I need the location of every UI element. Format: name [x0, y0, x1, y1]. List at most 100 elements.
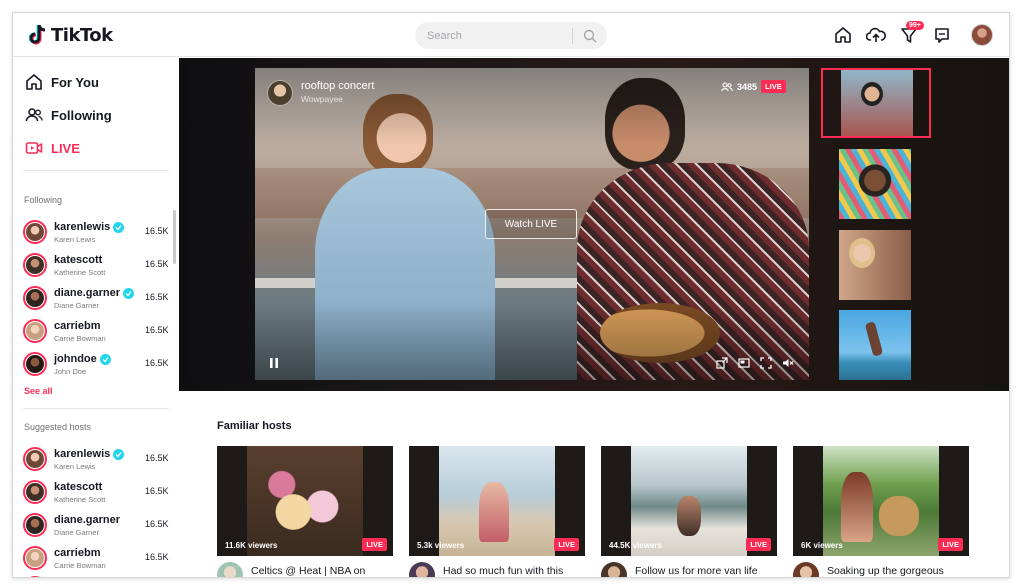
- avatar[interactable]: [217, 562, 243, 577]
- avatar[interactable]: [601, 562, 627, 577]
- pause-icon: [270, 358, 278, 368]
- viewer-count: 16.5K: [145, 259, 169, 269]
- viewer-count: 16.5K: [145, 325, 169, 335]
- mute-button[interactable]: [781, 356, 795, 370]
- card-caption-text[interactable]: Follow us for more van life updates and …: [635, 564, 777, 577]
- display-name: Carrie Bowman: [54, 561, 106, 570]
- card-dog: [879, 496, 919, 536]
- avatar: [23, 576, 47, 577]
- card-caption-text[interactable]: Had so much fun with this newly engaged …: [443, 564, 585, 577]
- tiktok-logo[interactable]: TikTok: [29, 23, 113, 47]
- card-caption-text[interactable]: Soaking up the gorgeous Saturday sun!: [827, 564, 969, 577]
- thumbnail-person: [849, 238, 875, 268]
- users-icon: [25, 108, 43, 122]
- following-item-karenlewis[interactable]: karenlewis Karen Lewis 16.5K: [23, 218, 173, 248]
- card-person: [479, 482, 509, 542]
- card-caption-1[interactable]: Celtics @ Heat | NBA on ESPN Live Scoreb…: [217, 562, 393, 577]
- pause-button[interactable]: [267, 356, 281, 370]
- live-badge: LIVE: [362, 538, 387, 551]
- search-button[interactable]: [573, 22, 607, 49]
- watch-live-button[interactable]: Watch LIVE: [485, 209, 577, 239]
- display-name: Katherine Scott: [54, 495, 106, 504]
- display-name: Karen Lewis: [54, 462, 96, 471]
- username: johndoe: [54, 577, 97, 578]
- card-viewer-count: 5.3k viewers: [417, 541, 465, 550]
- suggested-item-diane-garner[interactable]: diane.garner Diane Garner 16.5K: [23, 511, 173, 541]
- suggested-item-carriebm[interactable]: carriebm Carrie Bowman 16.5K: [23, 544, 173, 574]
- card-caption-2[interactable]: Had so much fun with this newly engaged …: [409, 562, 585, 577]
- avatar[interactable]: [793, 562, 819, 577]
- avatar[interactable]: [409, 562, 435, 577]
- suggested-item-katescott[interactable]: katescott Katherine Scott 16.5K: [23, 478, 173, 508]
- stream-thumbnail-3[interactable]: [821, 230, 931, 300]
- messages-button[interactable]: [931, 24, 953, 46]
- notification-badge: 99+: [906, 21, 924, 30]
- main-content: rooftop concert Wowpayee 3485 LIVE Watch…: [179, 58, 1009, 577]
- avatar: [23, 253, 47, 277]
- popout-button[interactable]: [715, 356, 729, 370]
- card-person: [841, 472, 873, 542]
- popout-icon: [716, 357, 728, 369]
- username: johndoe: [54, 353, 97, 365]
- top-bar: TikTok Search 99+: [13, 13, 1009, 57]
- display-name: Katherine Scott: [54, 268, 106, 277]
- username: karenlewis: [54, 448, 111, 460]
- nav-live[interactable]: LIVE: [25, 136, 80, 160]
- stream-thumbnail-1[interactable]: [821, 68, 931, 138]
- card-caption-text[interactable]: Celtics @ Heat | NBA on ESPN Live Scoreb…: [251, 564, 393, 577]
- card-viewer-count: 44.5K viewers: [609, 541, 662, 550]
- following-item-diane-garner[interactable]: diane.garner Diane Garner 16.5K: [23, 284, 173, 314]
- upload-cloud-icon: [866, 27, 886, 42]
- live-video-player[interactable]: rooftop concert Wowpayee 3485 LIVE Watch…: [255, 68, 809, 380]
- live-card-2[interactable]: 5.3k viewers LIVE: [409, 446, 585, 556]
- search-input[interactable]: Search: [415, 30, 572, 42]
- nav-for-you[interactable]: For You: [25, 70, 99, 94]
- avatar: [23, 480, 47, 504]
- card-viewer-count: 11.6K viewers: [225, 541, 278, 550]
- live-card-1[interactable]: 11.6K viewers LIVE: [217, 446, 393, 556]
- search-icon: [583, 29, 597, 42]
- following-item-katescott[interactable]: katescott Katherine Scott 16.5K: [23, 251, 173, 281]
- sidebar-scrollbar[interactable]: [173, 210, 176, 264]
- verified-icon: [113, 221, 125, 233]
- stream-host[interactable]: Wowpayee: [301, 94, 343, 104]
- suggested-item-johndoe[interactable]: johndoe: [23, 574, 173, 578]
- host-avatar[interactable]: [267, 80, 293, 106]
- message-icon: [935, 28, 949, 43]
- following-item-carriebm[interactable]: carriebm Carrie Bowman 16.5K: [23, 317, 173, 347]
- username: diane.garner: [54, 287, 121, 299]
- card-caption-4[interactable]: Soaking up the gorgeous Saturday sun!: [793, 562, 969, 577]
- avatar: [23, 286, 47, 310]
- profile-avatar[interactable]: [971, 24, 993, 46]
- avatar: [23, 319, 47, 343]
- viewer-count: 16.5K: [145, 358, 169, 368]
- nav-following-label: Following: [51, 107, 112, 123]
- stream-thumbnail-2[interactable]: [821, 149, 931, 219]
- following-item-johndoe[interactable]: johndoe John Doe 16.5K: [23, 350, 173, 380]
- suggested-item-karenlewis[interactable]: karenlewis Karen Lewis 16.5K: [23, 445, 173, 475]
- fullscreen-button[interactable]: [759, 356, 773, 370]
- live-badge: LIVE: [746, 538, 771, 551]
- see-all-link[interactable]: See all: [24, 386, 53, 396]
- display-name: Carrie Bowman: [54, 334, 106, 343]
- nav-following[interactable]: Following: [25, 103, 112, 127]
- display-name: Diane Garner: [54, 301, 100, 310]
- live-card-3[interactable]: 44.5K viewers LIVE: [601, 446, 777, 556]
- card-caption-3[interactable]: Follow us for more van life updates and …: [601, 562, 777, 577]
- username: katescott: [54, 481, 103, 493]
- upload-button[interactable]: [865, 24, 887, 46]
- username: carriebm: [54, 547, 101, 559]
- picture-in-picture-icon: [738, 358, 750, 368]
- viewer-count: 3485: [737, 81, 758, 92]
- pip-button[interactable]: [737, 356, 751, 370]
- display-name: Karen Lewis: [54, 235, 96, 244]
- display-name: John Doe: [54, 367, 87, 376]
- home-icon: [835, 27, 851, 43]
- home-button[interactable]: [832, 24, 854, 46]
- live-badge: LIVE: [761, 80, 786, 93]
- search-bar[interactable]: Search: [415, 22, 607, 49]
- live-card-4[interactable]: 6K viewers LIVE: [793, 446, 969, 556]
- thumbnail-image: [839, 149, 911, 219]
- stream-thumbnail-4[interactable]: [821, 310, 931, 380]
- nav-live-label: LIVE: [51, 140, 80, 156]
